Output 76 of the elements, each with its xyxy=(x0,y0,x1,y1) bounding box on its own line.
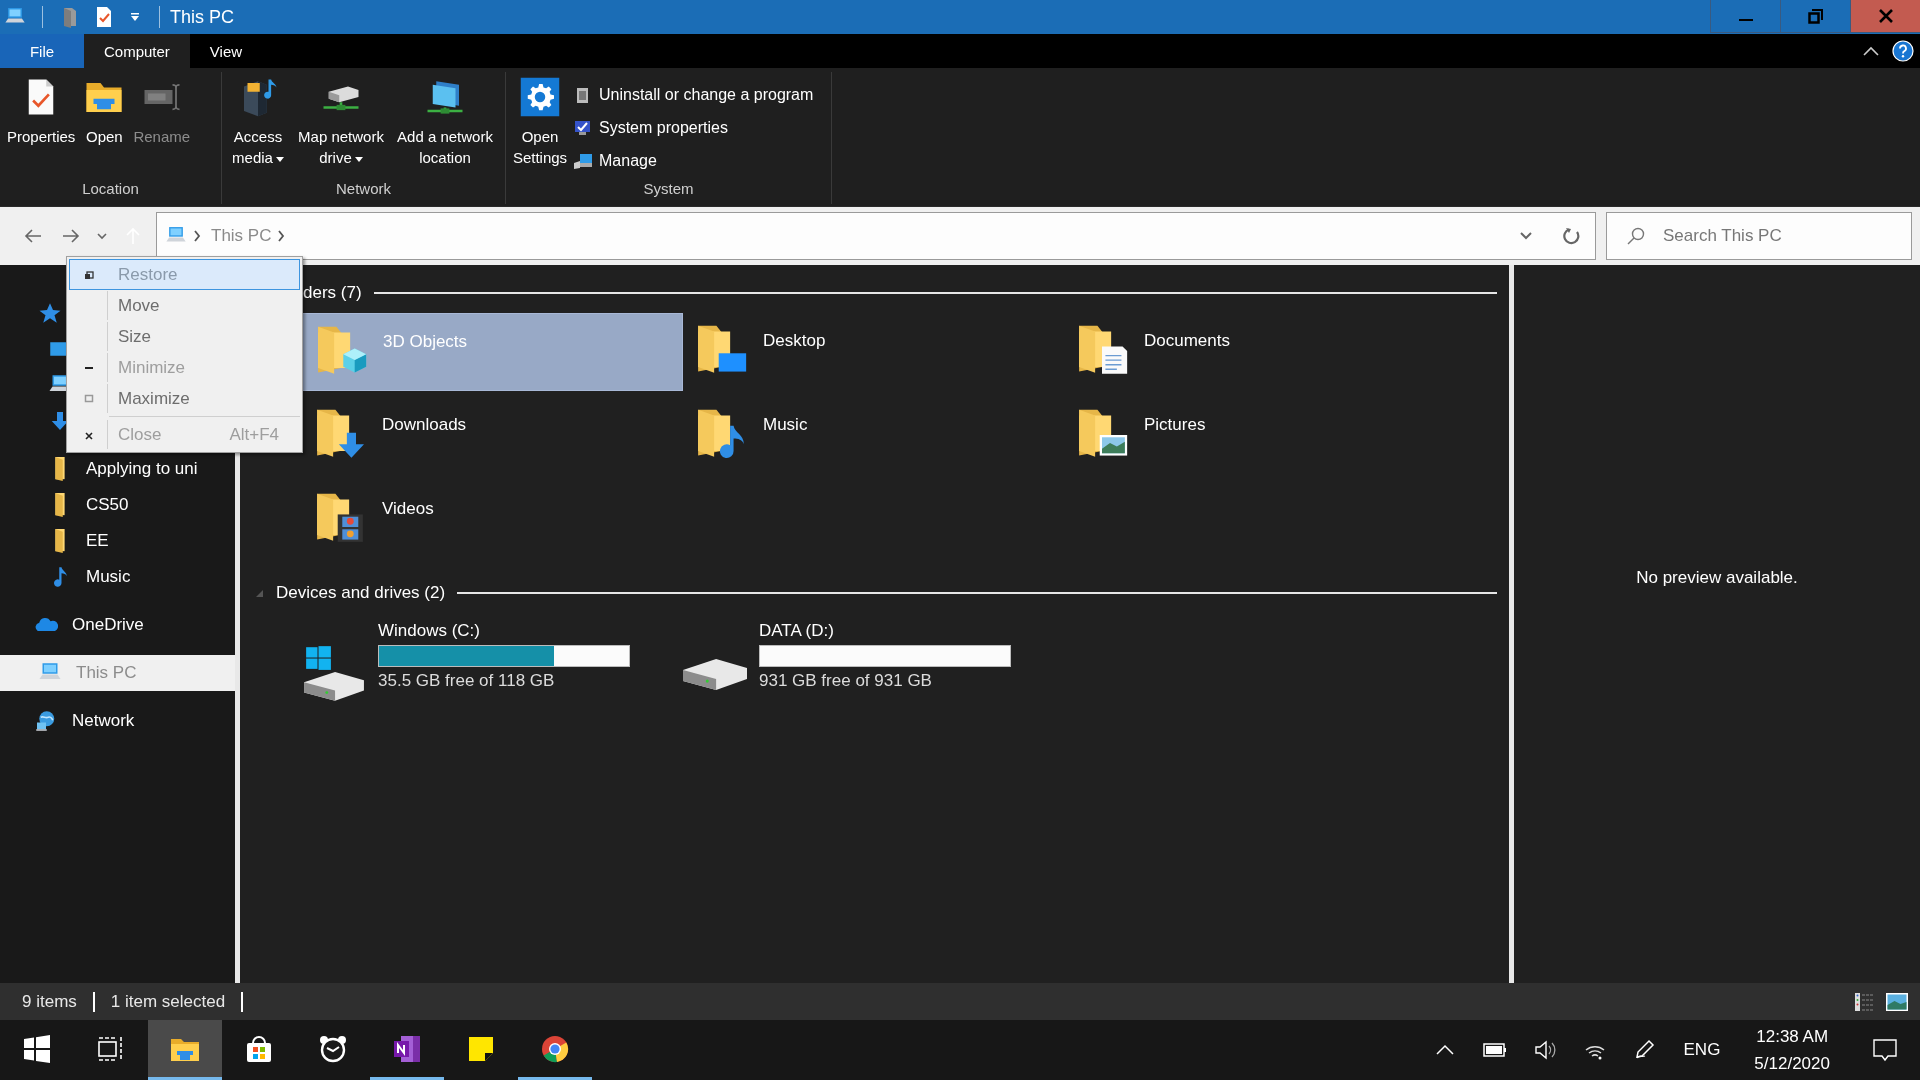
sidebar-item[interactable]: Music xyxy=(0,559,235,595)
settings-icon xyxy=(519,76,561,118)
close-button[interactable] xyxy=(1850,0,1920,33)
section-header[interactable]: Devices and drives (2) xyxy=(276,583,446,603)
ribbon-tab[interactable]: Computer xyxy=(84,34,190,68)
drive-free-space: 35.5 GB free of 118 GB xyxy=(378,671,556,691)
ribbon-button[interactable]: Map network drive xyxy=(291,72,391,180)
folder-item[interactable]: Videos xyxy=(302,481,683,559)
drive-free-space: 931 GB free of 931 GB xyxy=(759,671,933,691)
checked-page-icon xyxy=(95,6,113,28)
drive-item[interactable]: Windows (C:) 35.5 GB free of 118 GB xyxy=(302,613,683,703)
folder-item[interactable]: Downloads xyxy=(302,397,683,475)
window-title: This PC xyxy=(170,6,235,28)
search-icon xyxy=(1626,226,1646,246)
speech-bubble-icon xyxy=(1872,1037,1898,1063)
restore-icon xyxy=(83,269,94,280)
caret-icon xyxy=(129,11,141,23)
chevron-down-icon xyxy=(97,232,107,240)
landscape-thumbnail-icon xyxy=(1886,992,1908,1011)
group-label: System xyxy=(642,180,695,199)
minimize-icon xyxy=(1738,19,1753,21)
section-header[interactable]: ders (7) xyxy=(303,283,362,303)
selection-count: 1 item selected xyxy=(110,991,226,1012)
file-menu-tab[interactable]: File xyxy=(0,34,84,68)
language-indicator[interactable]: ENG xyxy=(1669,1020,1735,1080)
ribbon-button[interactable]: Add a network location xyxy=(391,72,499,180)
volume-icon xyxy=(1532,1038,1557,1062)
taskbar-button[interactable] xyxy=(148,1020,222,1080)
drive-icon xyxy=(683,659,747,690)
ribbon-button[interactable]: System properties xyxy=(571,115,816,140)
details-view-icon xyxy=(1854,991,1874,1012)
menu-item[interactable]: Move xyxy=(69,290,300,321)
restore-icon xyxy=(1807,8,1824,24)
folder-icon xyxy=(61,6,79,28)
clock[interactable]: 12:38 AM 5/12/2020 xyxy=(1734,1020,1850,1080)
sidebar-item[interactable]: CS50 xyxy=(0,487,235,523)
folder-item[interactable]: Documents xyxy=(1064,313,1445,391)
search-field[interactable]: Search This PC xyxy=(1606,212,1912,260)
sidebar-item[interactable]: EE xyxy=(0,523,235,559)
ribbon-tab[interactable]: View xyxy=(189,34,263,68)
folder-item[interactable]: Pictures xyxy=(1064,397,1445,475)
folder-item[interactable]: Music xyxy=(683,397,1064,475)
drive-item[interactable]: DATA (D:) 931 GB free of 931 GB xyxy=(683,613,1064,703)
folder-item[interactable]: Desktop xyxy=(683,313,1064,391)
chevron-up-icon xyxy=(1862,45,1880,57)
close-icon xyxy=(1877,8,1894,24)
ribbon-button[interactable]: Open Settings xyxy=(509,72,571,180)
ribbon-button[interactable]: Manage xyxy=(571,148,816,173)
refresh-icon xyxy=(1563,227,1581,245)
preview-message: No preview available. xyxy=(1636,568,1798,588)
ribbon-button[interactable]: Uninstall or change a program xyxy=(571,82,816,107)
chevron-right-icon xyxy=(277,230,286,242)
windows-logo-icon xyxy=(21,1032,53,1065)
item-count: 9 items xyxy=(22,991,77,1012)
sidebar-item[interactable]: Network xyxy=(0,703,235,739)
windows-drive-icon xyxy=(302,643,366,703)
chevron-right-icon xyxy=(193,230,201,242)
ribbon-button[interactable]: Open xyxy=(79,72,130,180)
folder-icon xyxy=(55,493,65,517)
ribbon-button[interactable]: Access media xyxy=(225,72,291,180)
sidebar-item[interactable]: OneDrive xyxy=(0,607,235,643)
maximize-icon xyxy=(83,393,94,404)
breadcrumb[interactable]: This PC xyxy=(211,226,272,246)
folder-icon xyxy=(55,457,65,481)
close-icon xyxy=(83,429,94,440)
address-field[interactable]: This PC xyxy=(156,212,1596,260)
menu-item[interactable]: Size xyxy=(69,321,300,352)
group-label: Network xyxy=(335,180,392,199)
minimize-icon xyxy=(84,366,93,369)
help-icon xyxy=(1892,40,1914,62)
ribbon-button[interactable]: Properties xyxy=(3,72,80,180)
menu-item[interactable]: Maximize xyxy=(69,383,300,414)
folder-icon xyxy=(55,529,65,553)
sidebar-item[interactable]: Applying to uni xyxy=(0,451,235,487)
chevron-down-icon xyxy=(1519,231,1533,241)
group-label: Location xyxy=(81,180,140,199)
